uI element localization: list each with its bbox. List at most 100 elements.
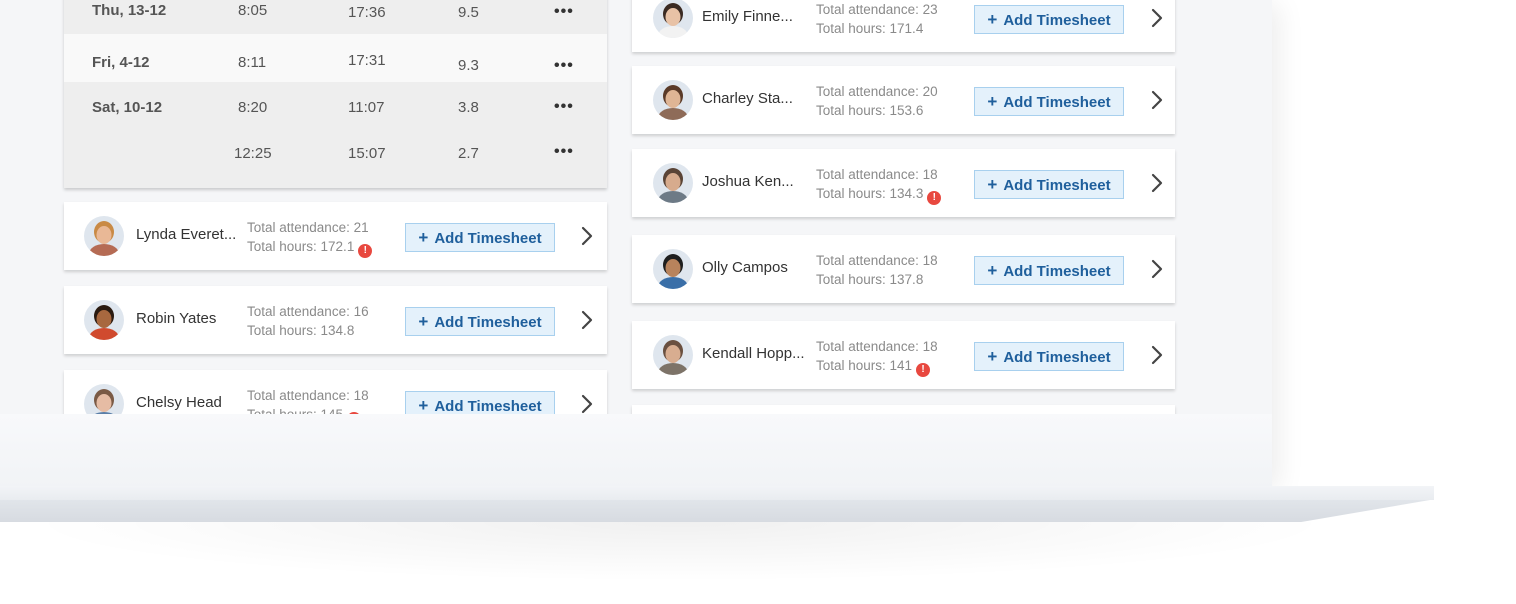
chevron-right-icon[interactable]: [1148, 88, 1166, 112]
detail-day: Fri, 4-12: [92, 54, 150, 71]
device-base: [0, 486, 1434, 500]
plus-icon: +: [987, 175, 998, 194]
total-attendance: Total attendance: 18: [816, 167, 938, 182]
total-hours: Total hours: 134.3: [816, 186, 924, 201]
detail-clock-out: 15:07: [348, 145, 386, 162]
total-attendance: Total attendance: 18: [816, 253, 938, 268]
add-timesheet-label: Add Timesheet: [434, 398, 542, 414]
detail-clock-in: 8:11: [238, 54, 267, 71]
detail-hours: 9.5: [458, 4, 479, 21]
chevron-right-icon[interactable]: [1148, 257, 1166, 281]
add-timesheet-button[interactable]: + Add Timesheet: [974, 5, 1124, 34]
avatar: [653, 80, 693, 120]
total-hours: Total hours: 153.6: [816, 103, 924, 118]
total-hours: Total hours: 141: [816, 358, 913, 373]
total-attendance: Total attendance: 16: [247, 304, 369, 319]
employee-card[interactable]: Lynda Everet... Total attendance: 21 Total…: [64, 202, 607, 270]
total-hours-line: Total hours: 134.8: [247, 323, 354, 338]
add-timesheet-button[interactable]: + Add Timesheet: [974, 87, 1124, 116]
warning-icon: !: [927, 191, 942, 205]
plus-icon: +: [987, 92, 998, 111]
more-options-icon[interactable]: •••: [554, 143, 574, 161]
employee-name[interactable]: Olly Campos: [702, 259, 788, 276]
plus-icon: +: [987, 347, 998, 366]
add-timesheet-button[interactable]: + Add Timesheet: [405, 391, 555, 414]
warning-icon: !: [916, 363, 931, 377]
plus-icon: +: [987, 261, 998, 280]
total-hours-line: Total hours: 137.8: [816, 272, 923, 287]
employee-name[interactable]: Robin Yates: [136, 310, 216, 327]
add-timesheet-button[interactable]: + Add Timesheet: [974, 256, 1124, 285]
employee-card[interactable]: Olly Campos Total attendance: 18 Total hou…: [632, 235, 1175, 303]
add-timesheet-label: Add Timesheet: [1003, 349, 1111, 366]
avatar: [653, 0, 693, 38]
employee-name[interactable]: Chelsy Head: [136, 394, 222, 411]
plus-icon: +: [418, 396, 429, 414]
employee-name[interactable]: Kendall Hopp...: [702, 345, 805, 362]
device-edge: [0, 500, 1430, 522]
add-timesheet-label: Add Timesheet: [1003, 263, 1111, 280]
add-timesheet-button[interactable]: + Add Timesheet: [974, 342, 1124, 371]
chevron-right-icon[interactable]: [1148, 171, 1166, 195]
chevron-right-icon[interactable]: [1148, 343, 1166, 367]
employee-name[interactable]: Emily Finne...: [702, 8, 793, 25]
device-bezel: [0, 414, 1272, 488]
employee-card[interactable]: Chelsy Head Total attendance: 18 Total hou…: [64, 370, 607, 414]
detail-row: 12:25 15:07 2.7 •••: [64, 128, 607, 176]
employee-name[interactable]: Charley Sta...: [702, 90, 793, 107]
total-hours-line: Total hours: 141!: [816, 358, 931, 377]
detail-clock-out: 17:31: [348, 52, 386, 69]
employee-card[interactable]: Robin Yates Total attendance: 16 Total hou…: [64, 286, 607, 354]
total-hours: Total hours: 134.8: [247, 323, 355, 338]
avatar: [84, 216, 124, 256]
chevron-right-icon[interactable]: [578, 308, 596, 332]
detail-clock-in: 12:25: [234, 145, 272, 162]
more-options-icon[interactable]: •••: [554, 3, 574, 21]
attendance-detail-table: Thu, 13-12 8:05 17:36 9.5 ••• Fri, 4-12 …: [64, 0, 607, 188]
employee-name[interactable]: Lynda Everet...: [136, 226, 236, 243]
employee-card[interactable]: Joshua Ken... Total attendance: 18 Total h…: [632, 149, 1175, 217]
employee-card[interactable]: Charley Sta... Total attendance: 20 Total …: [632, 66, 1175, 134]
total-hours-line: Total hours: 145!: [247, 407, 362, 414]
add-timesheet-label: Add Timesheet: [1003, 94, 1111, 111]
add-timesheet-label: Add Timesheet: [1003, 177, 1111, 194]
employee-card[interactable]: [632, 405, 1175, 414]
total-hours: Total hours: 171.4: [816, 21, 924, 36]
avatar: [653, 163, 693, 203]
stage: Thu, 13-12 8:05 17:36 9.5 ••• Fri, 4-12 …: [0, 0, 1516, 604]
total-hours-line: Total hours: 134.3!: [816, 186, 942, 205]
device-shadow: [20, 522, 1340, 582]
total-hours-line: Total hours: 153.6: [816, 103, 923, 118]
add-timesheet-button[interactable]: + Add Timesheet: [405, 223, 555, 252]
total-attendance: Total attendance: 18: [816, 339, 938, 354]
chevron-right-icon[interactable]: [1148, 6, 1166, 30]
total-hours: Total hours: 145: [247, 407, 343, 414]
add-timesheet-button[interactable]: + Add Timesheet: [974, 170, 1124, 199]
total-hours-line: Total hours: 171.4: [816, 21, 923, 36]
warning-icon: !: [358, 244, 373, 258]
total-hours: Total hours: 172.1: [247, 239, 355, 254]
add-timesheet-label: Add Timesheet: [1003, 12, 1111, 29]
total-attendance: Total attendance: 20: [816, 84, 938, 99]
detail-day: Thu, 13-12: [92, 2, 167, 19]
detail-clock-in: 8:05: [238, 2, 268, 19]
avatar: [653, 249, 693, 289]
employee-card[interactable]: Emily Finne... Total attendance: 23 Total …: [632, 0, 1175, 52]
more-options-icon[interactable]: •••: [554, 98, 574, 116]
plus-icon: +: [418, 228, 429, 247]
warning-icon: !: [347, 412, 362, 414]
avatar: [84, 384, 124, 414]
chevron-right-icon[interactable]: [578, 224, 596, 248]
employee-name[interactable]: Joshua Ken...: [702, 173, 794, 190]
detail-hours: 9.3: [458, 57, 479, 74]
add-timesheet-label: Add Timesheet: [434, 314, 542, 331]
app-screen: Thu, 13-12 8:05 17:36 9.5 ••• Fri, 4-12 …: [0, 0, 1272, 414]
total-attendance: Total attendance: 18: [247, 388, 369, 403]
chevron-right-icon[interactable]: [578, 392, 596, 414]
employee-card[interactable]: Kendall Hopp... Total attendance: 18 Total…: [632, 321, 1175, 389]
detail-clock-in: 8:20: [238, 99, 268, 116]
more-options-icon[interactable]: •••: [554, 57, 574, 75]
add-timesheet-button[interactable]: + Add Timesheet: [405, 307, 555, 336]
plus-icon: +: [418, 312, 429, 331]
add-timesheet-label: Add Timesheet: [434, 230, 542, 247]
